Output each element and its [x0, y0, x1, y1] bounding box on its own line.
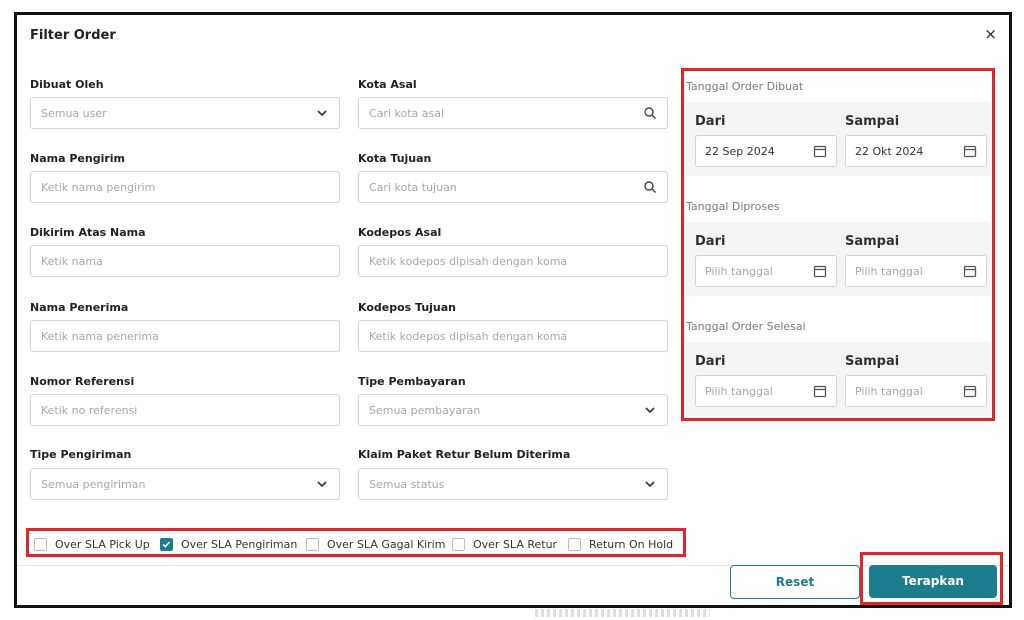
dikirim-atas-nama-placeholder: Ketik nama [41, 255, 103, 268]
tanggal-diproses-sampai-label: Sampai [845, 234, 900, 249]
tanggal-order-selesai-sampai-input[interactable]: Pilih tanggal [845, 375, 987, 407]
dikirim-atas-nama-input[interactable]: Ketik nama [30, 245, 340, 277]
tipe-pembayaran-value: Semua pembayaran [369, 404, 481, 417]
calendar-icon [963, 145, 977, 158]
label-return-on-hold: Return On Hold [589, 538, 674, 551]
filter-order-dialog: Filter Order × Dibuat Oleh Semua user Na… [14, 12, 1012, 608]
background-text-fragment [535, 609, 710, 617]
label-kodepos-tujuan: Kodepos Tujuan [358, 301, 457, 314]
label-over-sla-pick-up: Over SLA Pick Up [55, 538, 150, 551]
kodepos-asal-input[interactable]: Ketik kodepos dipisah dengan koma [358, 245, 668, 277]
label-klaim-paket-retur: Klaim Paket Retur Belum Diterima [358, 448, 571, 461]
calendar-icon [813, 265, 827, 278]
dialog-title: Filter Order [30, 28, 116, 43]
kota-asal-search[interactable]: Cari kota asal [358, 97, 668, 129]
tanggal-order-dibuat-sampai-label: Sampai [845, 114, 900, 129]
checkbox-over-sla-pick-up[interactable] [34, 538, 47, 551]
kota-tujuan-search[interactable]: Cari kota tujuan [358, 171, 668, 203]
checkbox-over-sla-gagal-kirim[interactable] [306, 538, 319, 551]
label-kota-asal: Kota Asal [358, 78, 417, 91]
tanggal-order-dibuat-dari-label: Dari [695, 114, 726, 129]
tanggal-diproses-sampai-placeholder: Pilih tanggal [855, 265, 923, 278]
label-nama-pengirim: Nama Pengirim [30, 152, 125, 165]
nama-pengirim-placeholder: Ketik nama pengirim [41, 181, 156, 194]
nomor-referensi-placeholder: Ketik no referensi [41, 404, 138, 417]
tipe-pembayaran-select[interactable]: Semua pembayaran [358, 394, 668, 426]
nomor-referensi-input[interactable]: Ketik no referensi [30, 394, 340, 426]
calendar-icon [813, 385, 827, 398]
kota-tujuan-placeholder: Cari kota tujuan [369, 181, 457, 194]
tanggal-order-dibuat-sampai-input[interactable]: 22 Okt 2024 [845, 135, 987, 167]
kota-asal-placeholder: Cari kota asal [369, 107, 445, 120]
tipe-pengiriman-select[interactable]: Semua pengiriman [30, 468, 340, 500]
klaim-paket-retur-value: Semua status [369, 478, 445, 491]
tipe-pengiriman-value: Semua pengiriman [41, 478, 146, 491]
apply-button[interactable]: Terapkan [869, 565, 997, 598]
chevron-down-icon [645, 481, 655, 488]
label-over-sla-gagal-kirim: Over SLA Gagal Kirim [327, 538, 446, 551]
tanggal-order-selesai-sampai-placeholder: Pilih tanggal [855, 385, 923, 398]
tanggal-order-dibuat-title: Tanggal Order Dibuat [686, 80, 804, 93]
tanggal-order-selesai-dari-label: Dari [695, 354, 726, 369]
chevron-down-icon [317, 481, 327, 488]
kodepos-tujuan-placeholder: Ketik kodepos dipisah dengan koma [369, 330, 568, 343]
tanggal-order-selesai-dari-input[interactable]: Pilih tanggal [695, 375, 837, 407]
tanggal-diproses-dari-placeholder: Pilih tanggal [705, 265, 773, 278]
chevron-down-icon [645, 407, 655, 414]
check-icon [162, 541, 171, 548]
label-nomor-referensi: Nomor Referensi [30, 375, 135, 388]
sla-checkbox-row: Over SLA Pick Up Over SLA Pengiriman Ove… [26, 528, 686, 557]
klaim-paket-retur-select[interactable]: Semua status [358, 468, 668, 500]
nama-pengirim-input[interactable]: Ketik nama pengirim [30, 171, 340, 203]
close-icon[interactable]: × [984, 25, 997, 43]
kodepos-asal-placeholder: Ketik kodepos dipisah dengan koma [369, 255, 568, 268]
label-tipe-pembayaran: Tipe Pembayaran [358, 375, 466, 388]
tanggal-diproses-dari-input[interactable]: Pilih tanggal [695, 255, 837, 287]
tanggal-diproses-sampai-input[interactable]: Pilih tanggal [845, 255, 987, 287]
search-icon [644, 107, 656, 119]
tanggal-order-selesai-dari-placeholder: Pilih tanggal [705, 385, 773, 398]
search-icon [644, 181, 656, 193]
label-over-sla-pengiriman: Over SLA Pengiriman [181, 538, 298, 551]
tanggal-diproses-dari-label: Dari [695, 234, 726, 249]
calendar-icon [813, 145, 827, 158]
tanggal-order-dibuat-sampai-value: 22 Okt 2024 [855, 145, 924, 158]
label-dikirim-atas-nama: Dikirim Atas Nama [30, 226, 146, 239]
nama-penerima-placeholder: Ketik nama penerima [41, 330, 159, 343]
dibuat-oleh-select[interactable]: Semua user [30, 97, 340, 129]
kodepos-tujuan-input[interactable]: Ketik kodepos dipisah dengan koma [358, 320, 668, 352]
calendar-icon [963, 265, 977, 278]
tanggal-diproses-title: Tanggal Diproses [686, 200, 780, 213]
tanggal-order-dibuat-dari-value: 22 Sep 2024 [705, 145, 775, 158]
label-nama-penerima: Nama Penerima [30, 301, 129, 314]
checkbox-return-on-hold[interactable] [568, 538, 581, 551]
label-kota-tujuan: Kota Tujuan [358, 152, 432, 165]
label-over-sla-retur: Over SLA Retur [473, 538, 558, 551]
checkbox-over-sla-pengiriman[interactable] [160, 538, 173, 551]
calendar-icon [963, 385, 977, 398]
nama-penerima-input[interactable]: Ketik nama penerima [30, 320, 340, 352]
label-kodepos-asal: Kodepos Asal [358, 226, 442, 239]
tanggal-order-dibuat-dari-input[interactable]: 22 Sep 2024 [695, 135, 837, 167]
label-tipe-pengiriman: Tipe Pengiriman [30, 448, 132, 461]
reset-button[interactable]: Reset [730, 565, 860, 599]
chevron-down-icon [317, 110, 327, 117]
checkbox-over-sla-retur[interactable] [452, 538, 465, 551]
label-dibuat-oleh: Dibuat Oleh [30, 78, 104, 91]
tanggal-order-selesai-sampai-label: Sampai [845, 354, 900, 369]
tanggal-order-selesai-title: Tanggal Order Selesai [686, 320, 806, 333]
dibuat-oleh-value: Semua user [41, 107, 107, 120]
